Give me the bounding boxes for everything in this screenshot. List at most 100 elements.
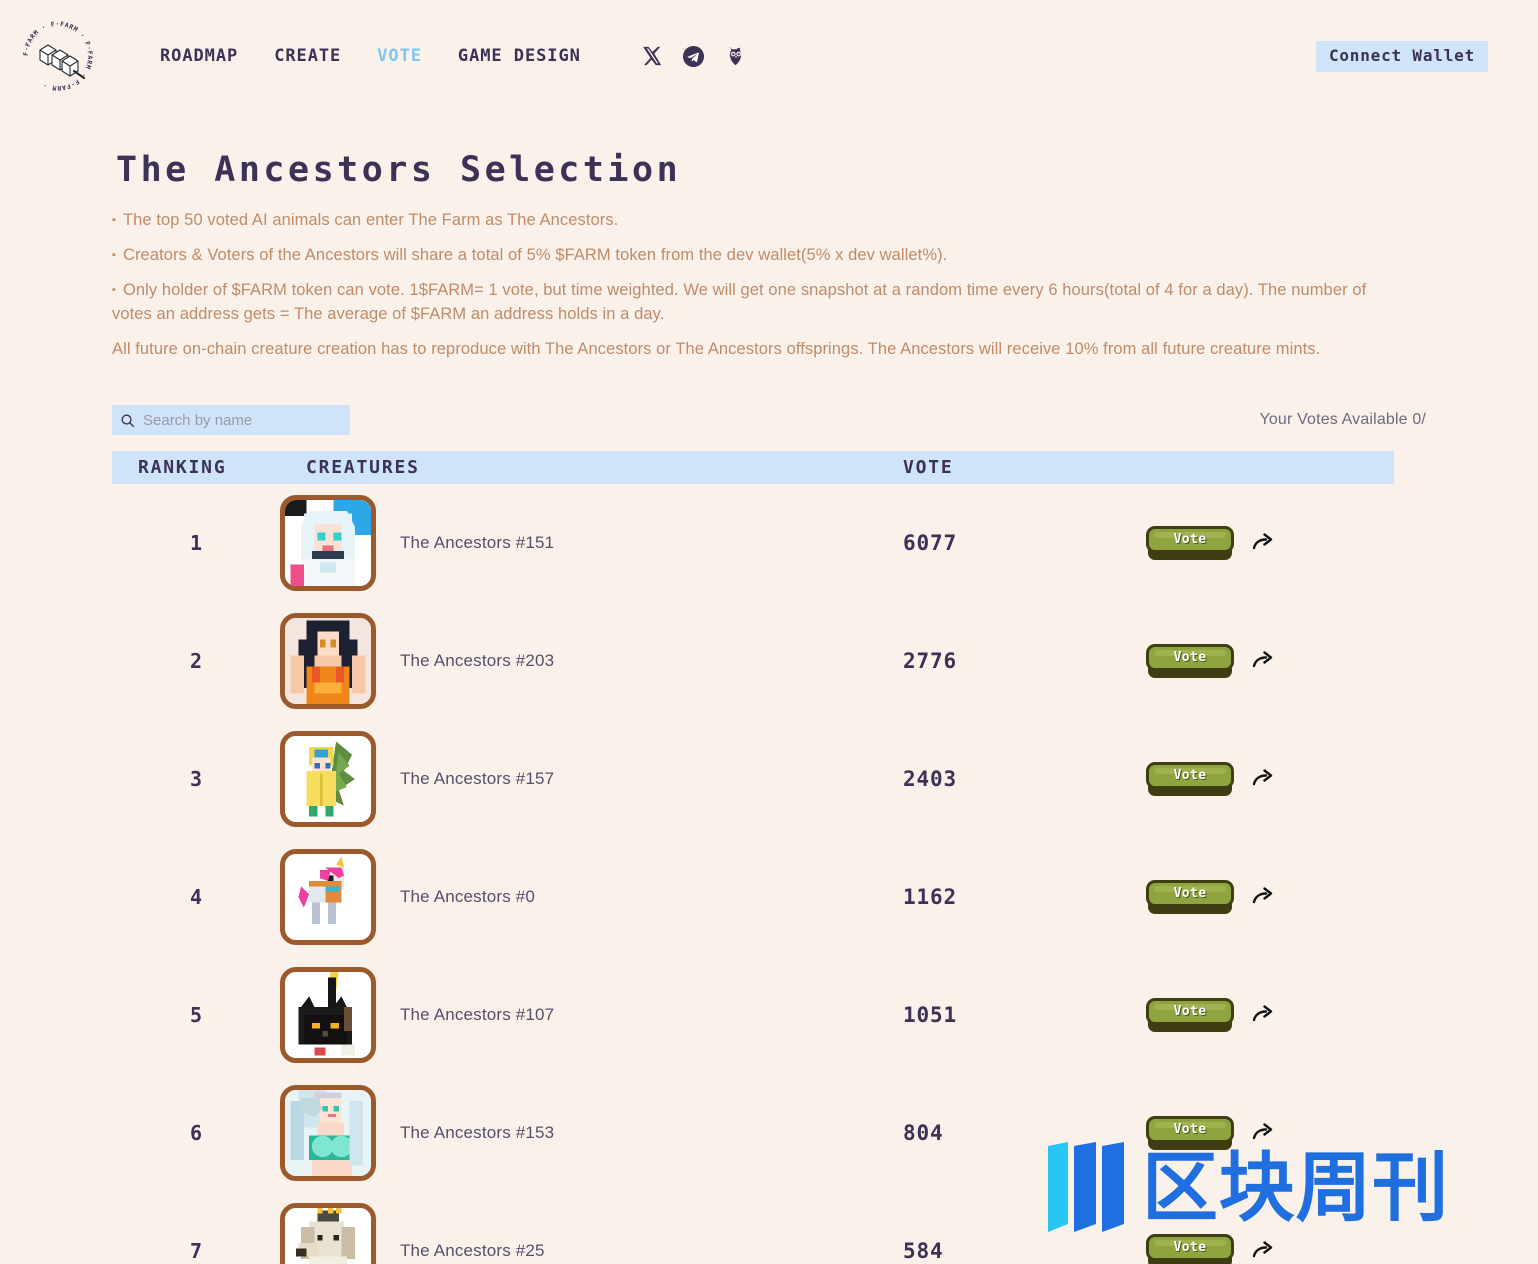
- search-box[interactable]: [112, 405, 350, 436]
- ancestors-table: RANKING CREATURES VOTE 1 The Ancestors #…: [112, 451, 1394, 1264]
- row-rank: 1: [189, 531, 203, 556]
- vote-button-label: Vote: [1173, 650, 1207, 666]
- row-creature: The Ancestors #0: [280, 849, 846, 946]
- vote-button-label: Vote: [1173, 532, 1207, 548]
- creature-avatar[interactable]: [280, 1203, 376, 1264]
- column-header-vote: VOTE: [903, 457, 954, 479]
- creature-avatar[interactable]: [280, 731, 376, 828]
- vote-button-body: Vote: [1146, 880, 1234, 908]
- main-nav: ROADMAP CREATE VOTE GAME DESIGN: [160, 43, 749, 69]
- nav-link-create[interactable]: CREATE: [274, 46, 341, 66]
- vote-button-body: Vote: [1146, 1116, 1234, 1144]
- row-creature: The Ancestors #151: [280, 495, 846, 592]
- share-icon[interactable]: [1250, 648, 1276, 674]
- row-rank: 2: [189, 649, 203, 674]
- creature-name: The Ancestors #25: [400, 1241, 545, 1261]
- creature-name: The Ancestors #153: [400, 1123, 555, 1143]
- social-links: [639, 43, 749, 69]
- creature-name: The Ancestors #151: [400, 533, 555, 553]
- vote-button[interactable]: Vote: [1146, 762, 1234, 797]
- table-row: 6 The Ancestors #153 804 Vote: [112, 1074, 1394, 1192]
- creature-name: The Ancestors #107: [400, 1005, 555, 1025]
- row-rank: 6: [189, 1121, 203, 1146]
- table-row: 7 The Ancestors #25 584 Vote: [112, 1192, 1394, 1264]
- share-icon[interactable]: [1250, 530, 1276, 556]
- row-actions: Vote: [1136, 1234, 1394, 1264]
- site-logo[interactable]: F·FARM · F·FARM · F·FARM · F·FARM ·: [22, 20, 94, 92]
- search-input[interactable]: [143, 411, 342, 429]
- vote-button[interactable]: Vote: [1146, 880, 1234, 915]
- votes-available-label: Your Votes Available 0/: [1259, 411, 1426, 429]
- row-vote-count: 1051: [903, 1003, 957, 1028]
- x-twitter-icon[interactable]: [639, 43, 665, 69]
- creature-avatar[interactable]: [280, 849, 376, 946]
- vote-button[interactable]: Vote: [1146, 644, 1234, 679]
- creature-name: The Ancestors #0: [400, 887, 536, 907]
- row-vote-count: 804: [903, 1121, 944, 1146]
- row-vote-count: 584: [903, 1239, 944, 1264]
- search-icon: [121, 414, 135, 428]
- row-creature: The Ancestors #157: [280, 731, 846, 828]
- description-line-4: All future on-chain creature creation ha…: [112, 340, 1321, 359]
- vote-button[interactable]: Vote: [1146, 1234, 1234, 1264]
- row-creature: The Ancestors #153: [280, 1085, 846, 1182]
- row-creature: The Ancestors #107: [280, 967, 846, 1064]
- share-icon[interactable]: [1250, 884, 1276, 910]
- row-actions: Vote: [1136, 1116, 1394, 1151]
- row-rank: 3: [189, 767, 203, 792]
- nav-link-vote[interactable]: VOTE: [377, 46, 422, 66]
- table-row: 4 The Ancestors #0 1162 Vote: [112, 838, 1394, 956]
- description-line-3: Only holder of $FARM token can vote. 1$F…: [112, 278, 1402, 326]
- vote-button-label: Vote: [1173, 1004, 1207, 1020]
- connect-wallet-button[interactable]: Connect Wallet: [1315, 41, 1488, 72]
- table-header-row: RANKING CREATURES VOTE: [112, 451, 1394, 485]
- row-creature: The Ancestors #25: [280, 1203, 846, 1264]
- vote-button[interactable]: Vote: [1146, 998, 1234, 1033]
- share-icon[interactable]: [1250, 1120, 1276, 1146]
- row-vote-count: 2403: [903, 767, 957, 792]
- nav-link-game-design[interactable]: GAME DESIGN: [458, 46, 581, 66]
- page-title: The Ancestors Selection: [116, 150, 682, 190]
- creature-avatar[interactable]: [280, 495, 376, 592]
- vote-button-label: Vote: [1173, 886, 1207, 902]
- row-actions: Vote: [1136, 880, 1394, 915]
- row-vote-count: 2776: [903, 649, 957, 674]
- main-content: The Ancestors Selection The top 50 voted…: [0, 150, 1538, 1264]
- owl-icon[interactable]: [723, 43, 749, 69]
- table-toolbar: Your Votes Available 0/: [112, 405, 1426, 436]
- row-vote-count: 6077: [903, 531, 957, 556]
- creature-name: The Ancestors #203: [400, 651, 555, 671]
- row-actions: Vote: [1136, 762, 1394, 797]
- row-creature: The Ancestors #203: [280, 613, 846, 710]
- nav-link-roadmap[interactable]: ROADMAP: [160, 46, 238, 66]
- column-header-creatures: CREATURES: [306, 457, 420, 479]
- description-line-2: Creators & Voters of the Ancestors will …: [112, 243, 1402, 267]
- share-icon[interactable]: [1250, 1002, 1276, 1028]
- table-row: 3 The Ancestors #157 2403 Vote: [112, 720, 1394, 838]
- creature-avatar[interactable]: [280, 613, 376, 710]
- table-row: 2 The Ancestors #203 2776 Vote: [112, 602, 1394, 720]
- description-line-1: The top 50 voted AI animals can enter Th…: [112, 208, 1402, 232]
- row-rank: 7: [189, 1239, 203, 1264]
- creature-avatar[interactable]: [280, 967, 376, 1064]
- share-icon[interactable]: [1250, 1238, 1276, 1264]
- logo-ring-icon: F·FARM · F·FARM · F·FARM · F·FARM ·: [22, 20, 93, 92]
- vote-button-body: Vote: [1146, 762, 1234, 790]
- vote-button-body: Vote: [1146, 644, 1234, 672]
- row-actions: Vote: [1136, 998, 1394, 1033]
- telegram-icon[interactable]: [681, 43, 707, 69]
- share-icon[interactable]: [1250, 766, 1276, 792]
- vote-button-body: Vote: [1146, 1234, 1234, 1262]
- vote-button-body: Vote: [1146, 526, 1234, 554]
- row-actions: Vote: [1136, 526, 1394, 561]
- table-row: 5 The Ancestors #107 1051 Vote: [112, 956, 1394, 1074]
- creature-avatar[interactable]: [280, 1085, 376, 1182]
- vote-button-label: Vote: [1173, 1122, 1207, 1138]
- vote-button[interactable]: Vote: [1146, 526, 1234, 561]
- site-header: F·FARM · F·FARM · F·FARM · F·FARM · ROAD…: [0, 0, 1538, 112]
- column-header-ranking: RANKING: [138, 457, 227, 479]
- vote-button[interactable]: Vote: [1146, 1116, 1234, 1151]
- table-row: 1 The Ancestors #151 6077 Vote: [112, 484, 1394, 602]
- vote-button-label: Vote: [1173, 768, 1207, 784]
- row-rank: 5: [189, 1003, 203, 1028]
